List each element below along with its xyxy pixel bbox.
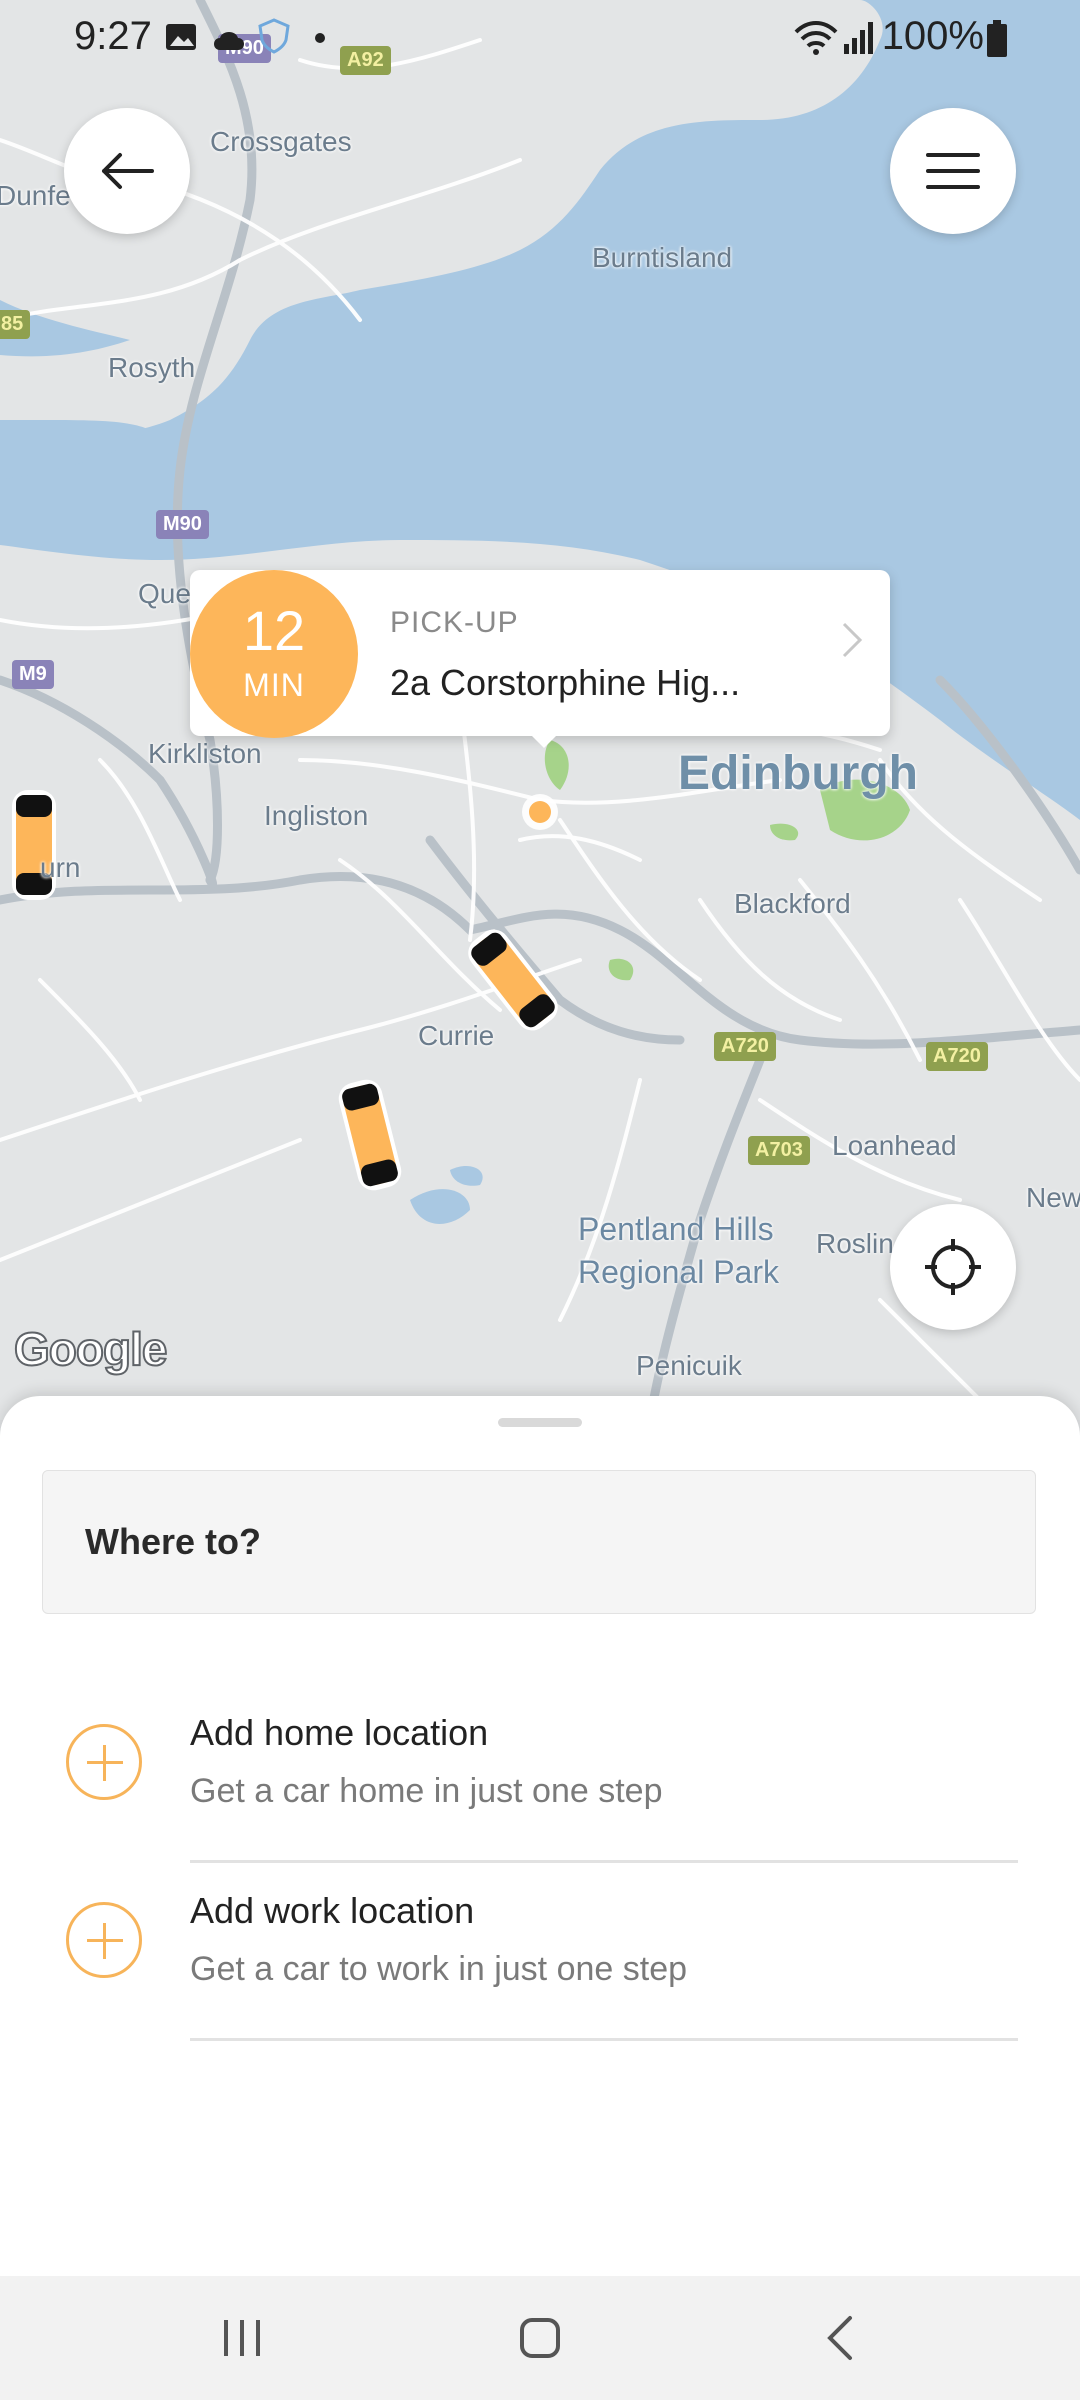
divider <box>190 1860 1018 1863</box>
map-label-penicuik: Penicuik <box>636 1350 742 1381</box>
destination-search-input[interactable]: Where to? <box>42 1470 1036 1614</box>
map-label-blackford: Blackford <box>734 888 851 919</box>
wifi-icon <box>794 21 838 55</box>
recent-apps-icon[interactable] <box>220 2316 264 2360</box>
home-location-title: Add home location <box>190 1712 489 1753</box>
map-label-roslin: Roslin <box>816 1228 894 1259</box>
map-label-ingliston: Ingliston <box>264 800 369 831</box>
road-shield-m9: M9 <box>12 660 54 689</box>
map-label-rosyth: Rosyth <box>108 352 196 383</box>
pickup-address: 2a Corstorphine Hig... <box>390 662 741 703</box>
arrow-left-icon <box>102 153 154 189</box>
eta-badge: 12 MIN <box>190 570 358 738</box>
hamburger-menu-icon <box>926 153 980 189</box>
menu-button[interactable] <box>890 108 1016 234</box>
pickup-title: PICK-UP <box>390 606 519 639</box>
divider <box>190 2038 1018 2041</box>
gallery-icon <box>166 24 196 50</box>
status-bar: 9:27 100% <box>0 0 1080 76</box>
add-circle-icon <box>66 1724 142 1800</box>
road-shield-a703: A703 <box>748 1136 810 1165</box>
map-label-burntisland: Burntisland <box>592 242 733 273</box>
google-logo: Google <box>13 1322 168 1376</box>
chevron-right-icon <box>842 622 863 658</box>
back-nav-icon[interactable] <box>820 2314 864 2362</box>
add-circle-icon <box>66 1902 142 1978</box>
add-home-location-item[interactable]: Add home location Get a car home in just… <box>0 1694 1080 1872</box>
map-label-pentland-hills: Pentland Hills Regional Park <box>578 1211 779 1291</box>
pickup-card-pointer <box>530 734 558 748</box>
bottom-sheet: Where to? Add home location Get a car ho… <box>0 1396 1080 2276</box>
work-location-title: Add work location <box>190 1890 475 1931</box>
map-label-dunfermline: Dunfe <box>0 180 71 211</box>
my-location-button[interactable] <box>890 1204 1016 1330</box>
map-label-kirkliston: Kirkliston <box>148 738 262 769</box>
map-label-currie: Currie <box>418 1020 495 1051</box>
cloud-icon <box>214 32 244 50</box>
home-location-subtitle: Get a car home in just one step <box>190 1772 663 1810</box>
map-label-edinburgh: Edinburgh <box>678 747 918 800</box>
battery-percent: 100% <box>881 14 984 58</box>
sheet-drag-handle[interactable] <box>498 1418 582 1427</box>
map-label-loanhead: Loanhead <box>832 1130 957 1161</box>
shield-icon <box>258 18 290 54</box>
dot-icon <box>315 33 325 43</box>
map-label-ratho: urn <box>40 852 81 883</box>
add-work-location-item[interactable]: Add work location Get a car to work in j… <box>0 1872 1080 2050</box>
system-navigation-bar <box>0 2276 1080 2400</box>
signal-icon <box>844 22 873 54</box>
search-placeholder: Where to? <box>85 1521 261 1562</box>
map-label-newtongrange: New <box>1026 1182 1080 1213</box>
eta-value: 12 <box>242 599 306 662</box>
work-location-subtitle: Get a car to work in just one step <box>190 1950 688 1988</box>
back-button[interactable] <box>64 108 190 234</box>
road-shield-a720: A720 <box>714 1032 776 1061</box>
road-shield-a720-east: A720 <box>926 1042 988 1071</box>
home-icon[interactable] <box>518 2316 562 2360</box>
battery-icon <box>987 20 1007 57</box>
eta-unit: MIN <box>243 667 305 703</box>
map-label-crossgates: Crossgates <box>210 126 352 157</box>
crosshair-icon <box>925 1239 981 1295</box>
road-shield-m90: M90 <box>156 510 209 539</box>
road-shield-left: 85 <box>0 310 31 339</box>
status-time: 9:27 <box>74 14 152 58</box>
